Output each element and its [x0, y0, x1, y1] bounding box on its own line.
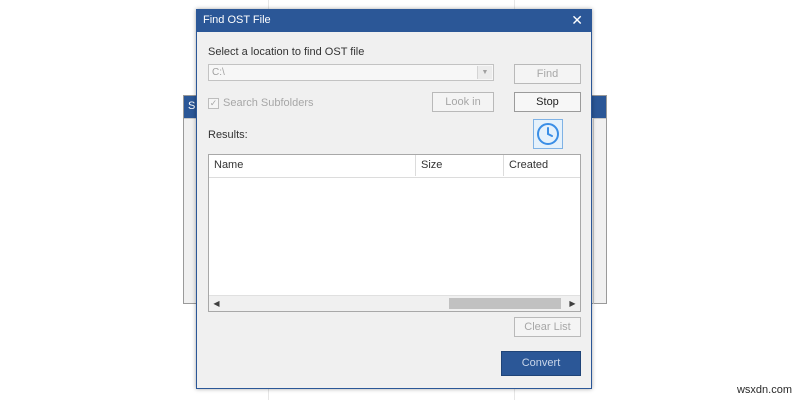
chevron-down-icon[interactable]: ▼ [477, 66, 492, 79]
location-path-value: C:\ [212, 67, 225, 78]
find-button[interactable]: Find [514, 64, 581, 84]
results-table-header: Name Size Created [209, 155, 580, 178]
clear-list-button[interactable]: Clear List [514, 317, 581, 337]
column-header-size[interactable]: Size [416, 155, 504, 176]
dialog-title: Find OST File [203, 14, 271, 26]
background-window-divider [594, 118, 606, 119]
dialog-titlebar: Find OST File ✕ [197, 10, 591, 32]
clock-icon [537, 123, 559, 145]
scroll-left-icon[interactable]: ◀ [209, 296, 224, 311]
column-header-name[interactable]: Name [209, 155, 416, 176]
location-label: Select a location to find OST file [208, 46, 365, 58]
search-subfolders-label: Search Subfolders [223, 97, 314, 109]
column-header-created[interactable]: Created [504, 155, 580, 176]
results-table: Name Size Created ◀ ▶ [208, 154, 581, 312]
schedule-button[interactable] [533, 119, 563, 149]
look-in-button[interactable]: Look in [432, 92, 494, 112]
horizontal-scrollbar[interactable]: ◀ ▶ [209, 295, 580, 311]
scroll-right-icon[interactable]: ▶ [565, 296, 580, 311]
stop-button[interactable]: Stop [514, 92, 581, 112]
watermark-text: wsxdn.com [736, 384, 792, 396]
find-ost-dialog: Find OST File ✕ Select a location to fin… [196, 9, 592, 389]
results-label: Results: [208, 129, 248, 141]
background-window-divider [593, 118, 594, 304]
location-combobox[interactable]: C:\ ▼ [208, 64, 494, 81]
page: S Find OST File ✕ Select a location to f… [0, 0, 800, 400]
background-window-divider [184, 118, 196, 119]
scrollbar-thumb[interactable] [449, 298, 561, 309]
close-button[interactable]: ✕ [571, 12, 583, 28]
search-subfolders-checkbox[interactable]: ✓ [208, 98, 219, 109]
background-window-title: S [188, 100, 196, 112]
convert-button[interactable]: Convert [501, 351, 581, 376]
